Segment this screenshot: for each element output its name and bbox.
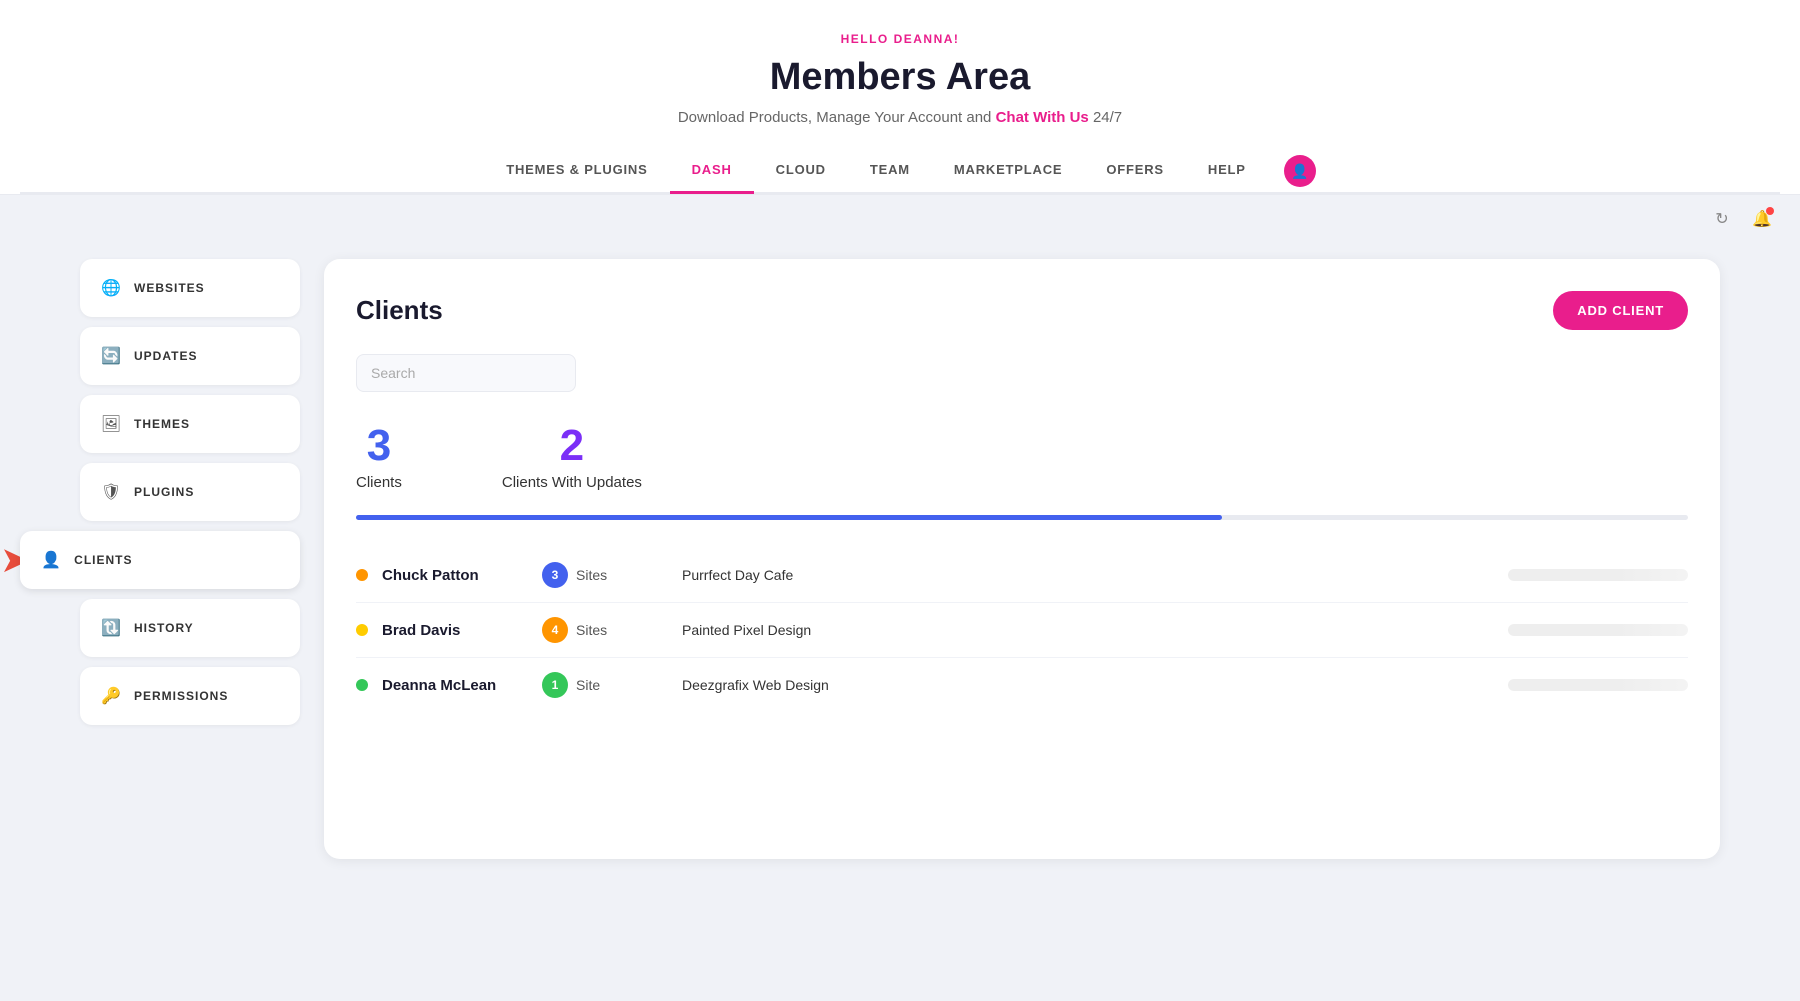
progress-bar-container — [356, 515, 1688, 520]
refresh-icon[interactable]: ↻ — [1708, 205, 1736, 233]
tab-marketplace[interactable]: MARKETPLACE — [932, 150, 1084, 194]
globe-icon: 🌐 — [100, 277, 122, 299]
updates-label: Clients With Updates — [502, 474, 642, 491]
table-row[interactable]: Chuck Patton 3 Sites Purrfect Day Cafe — [356, 548, 1688, 603]
hello-text: HELLO DEANNA! — [20, 32, 1780, 46]
client-company: Purrfect Day Cafe — [682, 567, 1508, 583]
client-action-blurred — [1508, 624, 1688, 636]
client-name: Chuck Patton — [382, 567, 542, 584]
avatar[interactable]: 👤 — [1284, 155, 1316, 187]
sidebar-item-themes[interactable]: 🖼 THEMES — [80, 395, 300, 453]
table-row[interactable]: Deanna McLean 1 Site Deezgrafix Web Desi… — [356, 658, 1688, 712]
sites-badge: 4 — [542, 617, 568, 643]
sidebar-item-label-plugins: PLUGINS — [134, 485, 194, 499]
table-row[interactable]: Brad Davis 4 Sites Painted Pixel Design — [356, 603, 1688, 658]
client-company: Painted Pixel Design — [682, 622, 1508, 638]
sidebar-item-label-permissions: PERMISSIONS — [134, 689, 228, 703]
sites-text: Sites — [576, 622, 607, 638]
toolbar: ↻ 🔔 — [0, 195, 1800, 243]
sites-text: Site — [576, 677, 600, 693]
tab-offers[interactable]: OFFERS — [1084, 150, 1186, 194]
clients-label: Clients — [356, 474, 402, 491]
clients-count: 3 — [356, 424, 402, 468]
client-sites: 4 Sites — [542, 617, 682, 643]
client-name: Deanna McLean — [382, 677, 542, 694]
tab-help[interactable]: HELP — [1186, 150, 1268, 194]
subtitle-after: 24/7 — [1093, 109, 1122, 126]
sidebar-item-label-themes: THEMES — [134, 417, 190, 431]
stat-clients: 3 Clients — [356, 424, 402, 491]
stats-row: 3 Clients 2 Clients With Updates — [356, 424, 1688, 491]
status-dot — [356, 624, 368, 636]
sidebar-item-plugins[interactable]: 🛡 PLUGINS — [80, 463, 300, 521]
plugins-icon: 🛡 — [100, 481, 122, 503]
status-dot — [356, 569, 368, 581]
clients-icon: 👤 — [40, 549, 62, 571]
search-input[interactable] — [356, 354, 576, 392]
tab-dash[interactable]: DASH — [670, 150, 754, 194]
sidebar-item-websites[interactable]: 🌐 WEBSITES — [80, 259, 300, 317]
client-company: Deezgrafix Web Design — [682, 677, 1508, 693]
add-client-button[interactable]: ADD CLIENT — [1553, 291, 1688, 330]
sidebar-item-clients[interactable]: 👤 CLIENTS — [20, 531, 300, 589]
sites-badge: 1 — [542, 672, 568, 698]
sites-badge: 3 — [542, 562, 568, 588]
content-panel: Clients ADD CLIENT 3 Clients 2 Clients W… — [324, 259, 1720, 859]
sidebar-item-updates[interactable]: 🔄 UPDATES — [80, 327, 300, 385]
main-layout: 🌐 WEBSITES 🔄 UPDATES 🖼 THEMES 🛡 PLUGINS … — [0, 259, 1800, 859]
client-action-blurred — [1508, 569, 1688, 581]
progress-bar-fill — [356, 515, 1222, 520]
page-title: Members Area — [20, 56, 1780, 99]
client-sites: 1 Site — [542, 672, 682, 698]
clients-row-container: ➤ 👤 CLIENTS — [0, 531, 300, 589]
sidebar-item-history[interactable]: 🔃 HISTORY — [80, 599, 300, 657]
client-action-blurred — [1508, 679, 1688, 691]
sidebar-item-label-websites: WEBSITES — [134, 281, 205, 295]
content-title: Clients — [356, 295, 443, 326]
status-dot — [356, 679, 368, 691]
sidebar: 🌐 WEBSITES 🔄 UPDATES 🖼 THEMES 🛡 PLUGINS … — [80, 259, 300, 859]
themes-icon: 🖼 — [100, 413, 122, 435]
updates-icon: 🔄 — [100, 345, 122, 367]
content-header: Clients ADD CLIENT — [356, 291, 1688, 330]
tab-themes-plugins[interactable]: THEMES & PLUGINS — [484, 150, 669, 194]
subtitle: Download Products, Manage Your Account a… — [20, 109, 1780, 126]
stat-updates: 2 Clients With Updates — [502, 424, 642, 491]
updates-count: 2 — [502, 424, 642, 468]
sidebar-item-label-history: HISTORY — [134, 621, 194, 635]
tab-team[interactable]: TEAM — [848, 150, 932, 194]
notification-dot — [1766, 207, 1774, 215]
history-icon: 🔃 — [100, 617, 122, 639]
sidebar-item-label-clients: CLIENTS — [74, 553, 132, 567]
sites-text: Sites — [576, 567, 607, 583]
header: HELLO DEANNA! Members Area Download Prod… — [0, 0, 1800, 195]
permissions-icon: 🔑 — [100, 685, 122, 707]
client-sites: 3 Sites — [542, 562, 682, 588]
sidebar-item-label-updates: UPDATES — [134, 349, 197, 363]
client-name: Brad Davis — [382, 622, 542, 639]
nav-tabs: THEMES & PLUGINS DASH CLOUD TEAM MARKETP… — [20, 150, 1780, 194]
subtitle-before: Download Products, Manage Your Account a… — [678, 109, 992, 126]
tab-cloud[interactable]: CLOUD — [754, 150, 848, 194]
sidebar-item-permissions[interactable]: 🔑 PERMISSIONS — [80, 667, 300, 725]
client-list: Chuck Patton 3 Sites Purrfect Day Cafe B… — [356, 548, 1688, 712]
notification-icon[interactable]: 🔔 — [1748, 205, 1776, 233]
chat-link[interactable]: Chat With Us — [996, 109, 1089, 126]
